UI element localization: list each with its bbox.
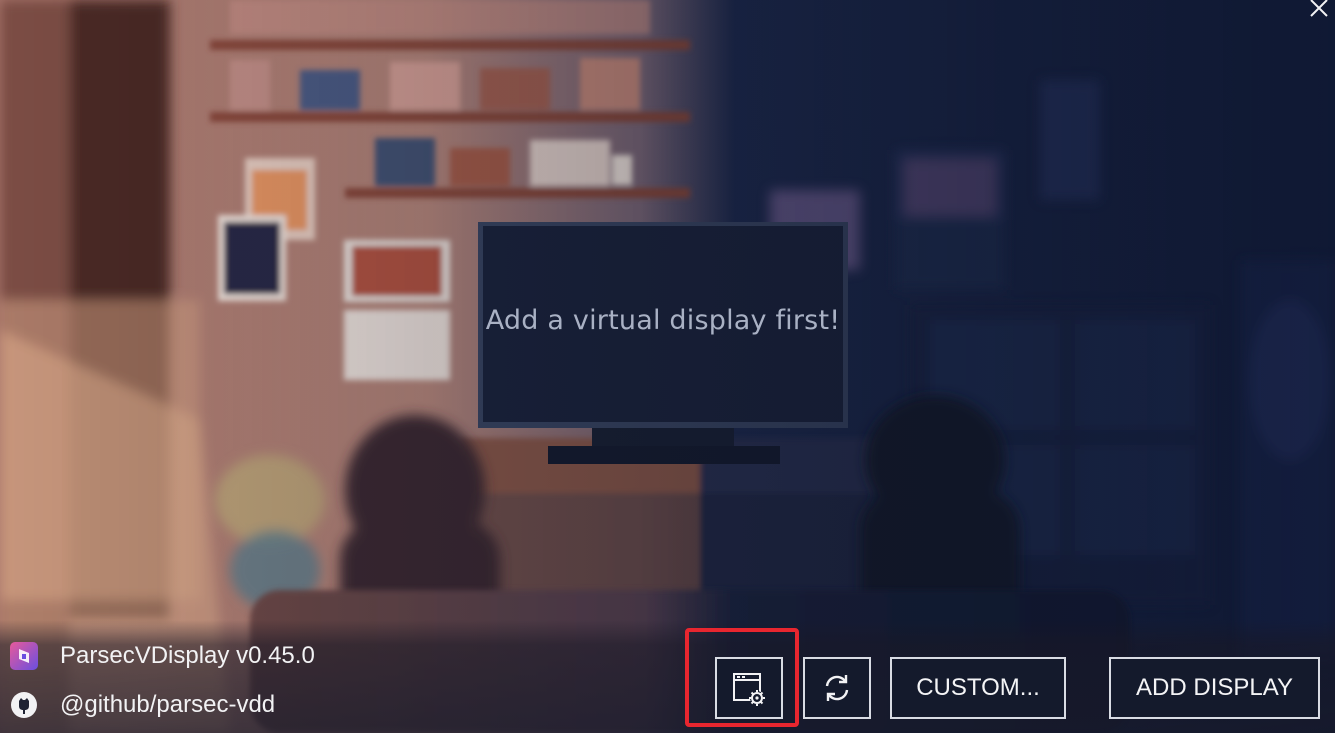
parsec-logo-icon — [8, 640, 40, 672]
add-display-button[interactable]: ADD DISPLAY — [1109, 657, 1320, 719]
empty-state-message: Add a virtual display first! — [485, 304, 841, 336]
custom-button-label: CUSTOM... — [916, 674, 1040, 701]
close-icon — [1310, 0, 1328, 17]
add-display-button-label: ADD DISPLAY — [1136, 674, 1293, 701]
display-settings-icon — [733, 673, 765, 706]
custom-button[interactable]: CUSTOM... — [890, 657, 1066, 719]
app-version-label: ParsecVDisplay v0.45.0 — [60, 642, 315, 669]
tv-screen: Add a virtual display first! — [482, 226, 844, 422]
refresh-icon — [825, 675, 849, 701]
github-row[interactable]: @github/parsec-vdd — [8, 689, 275, 721]
app-info-row: ParsecVDisplay v0.45.0 — [8, 640, 315, 672]
refresh-button[interactable] — [803, 657, 871, 719]
display-settings-button[interactable] — [715, 657, 783, 719]
github-link[interactable]: @github/parsec-vdd — [60, 691, 275, 719]
github-icon — [8, 689, 40, 721]
close-button[interactable] — [1305, 0, 1333, 22]
